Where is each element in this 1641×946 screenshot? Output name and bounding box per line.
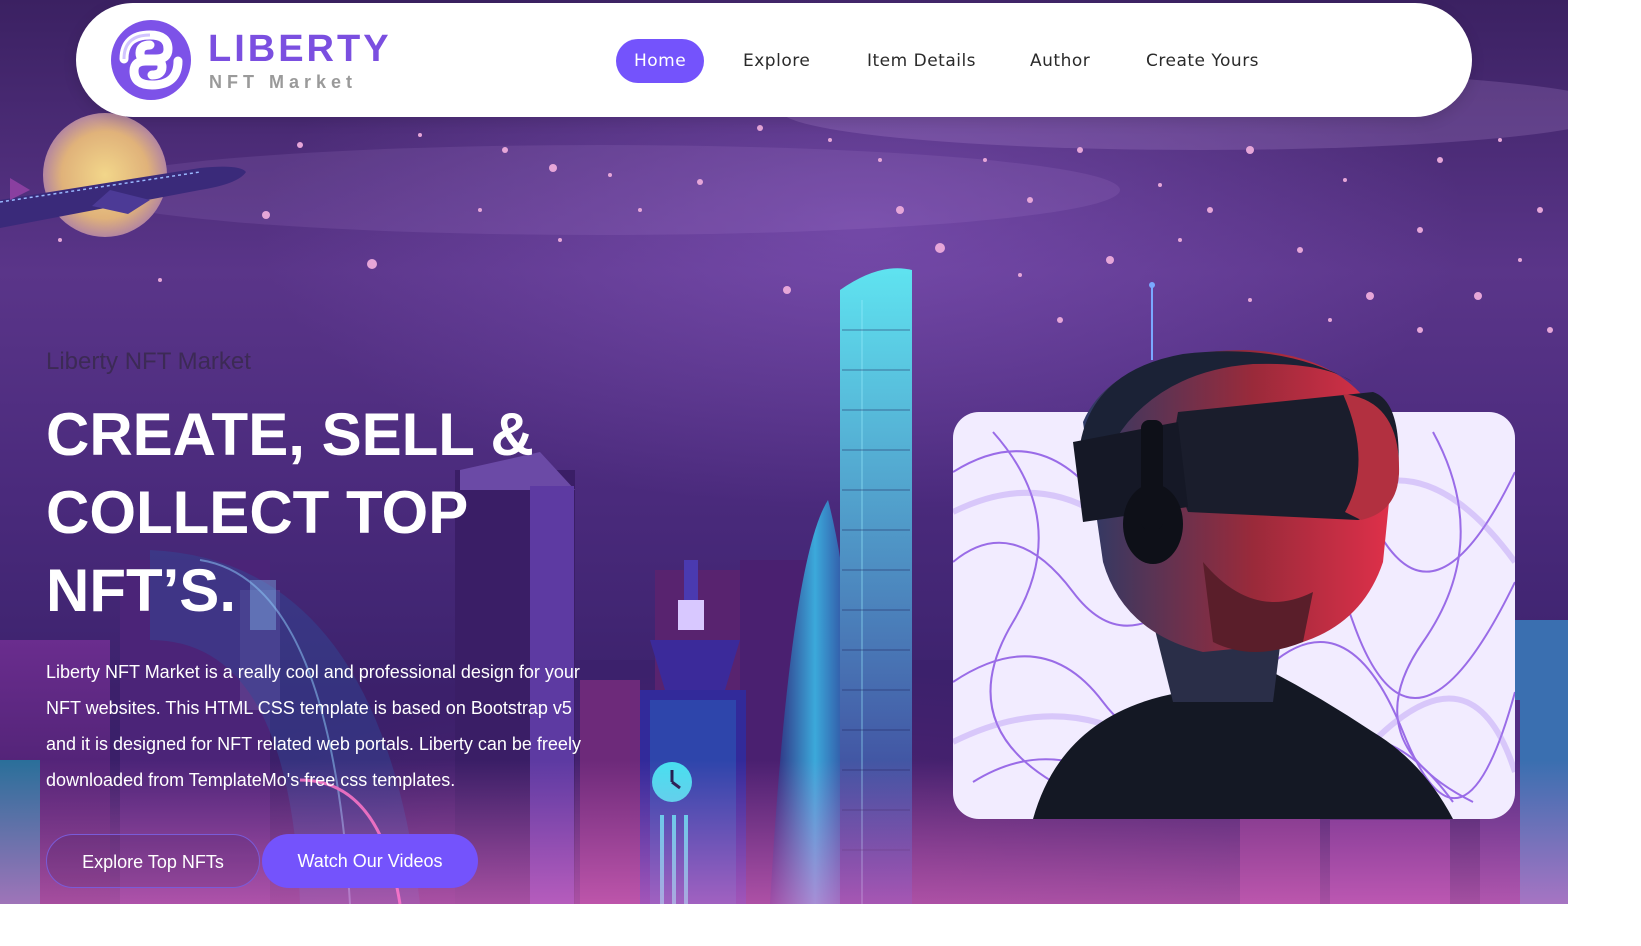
brand-logo[interactable]: LIBERTY NFT Market	[110, 19, 410, 105]
nav-item-create-yours[interactable]: Create Yours	[1146, 39, 1259, 83]
headline-line: CREATE, SELL &	[46, 401, 534, 468]
watch-our-videos-button[interactable]: Watch Our Videos	[262, 834, 478, 888]
headline-line: NFT’S.	[46, 557, 236, 624]
brand-tagline: NFT Market	[209, 72, 358, 92]
hero-description: Liberty NFT Market is a really cool and …	[46, 662, 581, 790]
brand-name: LIBERTY	[208, 28, 392, 70]
moon	[43, 113, 167, 237]
hero-section: LIBERTY NFT Market Home Explore Item Det…	[0, 0, 1568, 904]
vr-headset-man-image	[953, 350, 1515, 819]
explore-top-nfts-button[interactable]: Explore Top NFTs	[46, 834, 260, 888]
nav-item-explore[interactable]: Explore	[743, 39, 810, 83]
headline-line: COLLECT TOP	[46, 479, 469, 546]
liberty-swirl-logo-icon	[111, 20, 191, 100]
site-header: LIBERTY NFT Market Home Explore Item Det…	[76, 3, 1472, 117]
hero-headline: CREATE, SELL & COLLECT TOP NFT’S.	[46, 396, 606, 630]
nav-item-home[interactable]: Home	[616, 39, 705, 83]
hero-eyebrow: Liberty NFT Market	[46, 348, 251, 375]
nav-item-author[interactable]: Author	[1030, 39, 1090, 83]
nav-item-item-details[interactable]: Item Details	[867, 39, 976, 83]
